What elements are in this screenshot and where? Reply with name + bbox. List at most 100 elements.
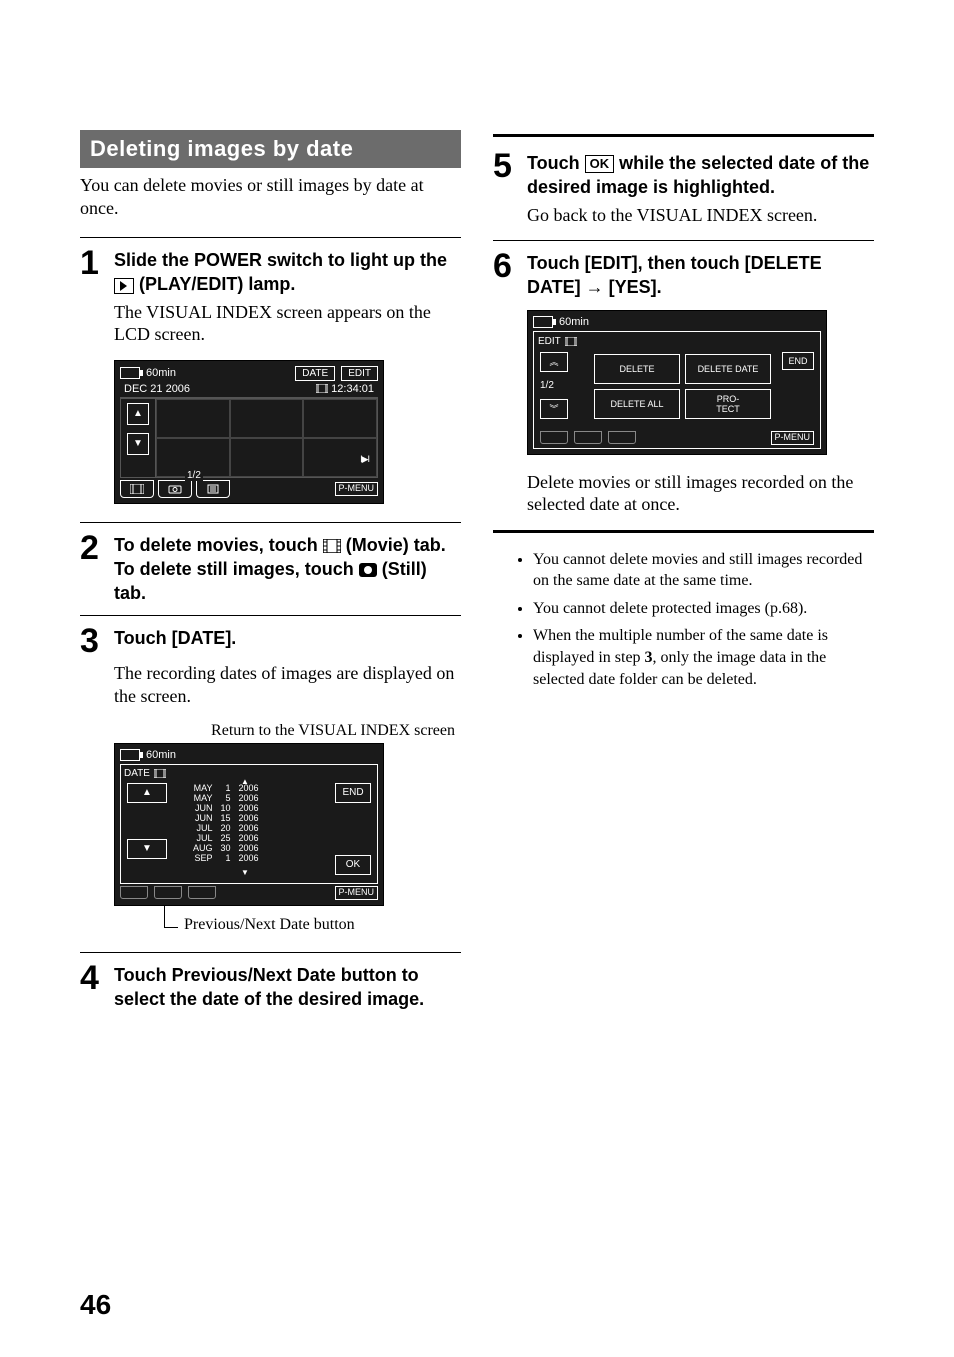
date-cell: 1 (221, 853, 231, 863)
step-number: 4 (80, 961, 106, 995)
battery-icon (533, 316, 553, 328)
step-number: 6 (493, 249, 519, 283)
callout-label: Previous/Next Date button (184, 916, 355, 934)
delete-button[interactable]: DELETE (594, 354, 680, 384)
step-title: Touch OK while the selected date of the … (527, 151, 874, 200)
step-number: 2 (80, 531, 106, 565)
movie-tab[interactable] (120, 480, 154, 498)
date-cell: 10 (221, 803, 231, 813)
date-cell: JUN (193, 803, 213, 813)
camera-icon (168, 484, 182, 494)
date-cell: 25 (221, 833, 231, 843)
date-button[interactable]: DATE (295, 366, 335, 381)
tab-icon (120, 886, 148, 899)
date-cell: 1 (221, 783, 231, 793)
date-cell: 2006 (239, 833, 259, 843)
battery-time: 60min (146, 749, 176, 761)
date-cell: MAY (193, 793, 213, 803)
step-title: Slide the POWER switch to light up the (… (114, 248, 461, 297)
panel-title: DATE (124, 768, 150, 779)
menu-page-counter: 1/2 (540, 380, 554, 391)
step-number: 1 (80, 246, 106, 280)
date-cell: 2006 (239, 823, 259, 833)
visual-index-screen: 60min DATE EDIT DEC 21 2006 12:34:01 ▲ (114, 360, 384, 504)
date-cell: 5 (221, 793, 231, 803)
tab-icon (574, 431, 602, 444)
edit-button[interactable]: EDIT (341, 366, 378, 381)
step-body: The recording dates of images are displa… (114, 662, 461, 707)
date-cell: SEP (193, 853, 213, 863)
step-body: The VISUAL INDEX screen appears on the L… (114, 301, 461, 346)
date-cell: JUL (193, 823, 213, 833)
film-icon (130, 484, 144, 494)
step-title: Touch [DATE]. (114, 626, 236, 650)
note-item: When the multiple number of the same dat… (533, 625, 874, 690)
note-item: You cannot delete protected images (p.68… (533, 598, 874, 620)
film-icon (154, 769, 166, 778)
protect-button[interactable]: PRO- TECT (685, 389, 771, 419)
delete-all-button[interactable]: DELETE ALL (594, 389, 680, 419)
ok-button[interactable]: OK (335, 855, 371, 875)
prev-date-button[interactable]: ▲ (127, 783, 167, 803)
list-icon (207, 484, 219, 494)
recorded-time: 12:34:01 (316, 383, 374, 395)
panel-title: EDIT (538, 336, 561, 347)
step-title: To delete movies, touch (Movie) tab. To … (114, 533, 461, 606)
ok-key-icon: OK (585, 155, 615, 173)
battery-icon (120, 367, 140, 379)
page-counter: 1/2 (185, 470, 203, 481)
end-button[interactable]: END (782, 352, 814, 370)
end-button[interactable]: END (335, 783, 371, 803)
pmenu-button[interactable]: P-MENU (335, 886, 379, 900)
step-body: Delete movies or still images recorded o… (527, 471, 874, 516)
tab-icon (540, 431, 568, 444)
date-cell: AUG (193, 843, 213, 853)
tab-icon (188, 886, 216, 899)
tab-icon (608, 431, 636, 444)
up-button[interactable]: ▲ (127, 403, 149, 425)
camera-icon (359, 563, 377, 577)
playlist-tab[interactable] (196, 480, 230, 498)
date-cell: 15 (221, 813, 231, 823)
page-number: 46 (80, 1289, 111, 1321)
play-edit-icon (114, 278, 134, 294)
still-tab[interactable] (158, 480, 192, 498)
date-cell: 2006 (239, 793, 259, 803)
edit-menu-screen: 60min EDIT ︽ 1/2 ︾ DELETE DELETE DATE (527, 310, 827, 455)
step-number: 3 (80, 624, 106, 658)
callout-label: Return to the VISUAL INDEX screen (80, 721, 461, 740)
date-cell: 2006 (239, 813, 259, 823)
film-icon (323, 539, 341, 553)
section-title: Deleting images by date (80, 130, 461, 168)
notes-list: You cannot delete movies and still image… (493, 549, 874, 691)
date-cell: 2006 (239, 803, 259, 813)
lead-paragraph: You can delete movies or still images by… (80, 174, 461, 219)
tab-icon (154, 886, 182, 899)
pmenu-button[interactable]: P-MENU (771, 431, 815, 445)
play-icon: I▶I (360, 454, 369, 465)
note-item: You cannot delete movies and still image… (533, 549, 874, 592)
film-icon (565, 337, 577, 346)
film-icon (316, 384, 328, 393)
date-list: MAY12006MAY52006JUN102006JUN152006JUL202… (193, 783, 259, 863)
step-body: Go back to the VISUAL INDEX screen. (527, 204, 874, 227)
date-cell: MAY (193, 783, 213, 793)
date-cell: 20 (221, 823, 231, 833)
date-cell: 2006 (239, 783, 259, 793)
recorded-date: DEC 21 2006 (124, 383, 190, 395)
date-cell: 30 (221, 843, 231, 853)
step-number: 5 (493, 149, 519, 183)
page-down-button[interactable]: ︾ (540, 399, 568, 419)
step-title: Touch [EDIT], then touch [DELETE DATE] →… (527, 251, 874, 300)
battery-time: 60min (146, 367, 176, 379)
date-cell: 2006 (239, 853, 259, 863)
step-title: Touch Previous/Next Date button to selec… (114, 963, 461, 1012)
date-cell: JUL (193, 833, 213, 843)
pmenu-button[interactable]: P-MENU (335, 482, 379, 496)
page-up-button[interactable]: ︽ (540, 352, 568, 372)
date-list-screen: 60min DATE ▲ MAY 1 2006 MAY 5 2006 JUN 10 2006 JU… (114, 743, 384, 906)
down-button[interactable]: ▼ (127, 433, 149, 455)
next-date-button[interactable]: ▼ (127, 839, 167, 859)
delete-date-button[interactable]: DELETE DATE (685, 354, 771, 384)
battery-time: 60min (559, 316, 589, 328)
